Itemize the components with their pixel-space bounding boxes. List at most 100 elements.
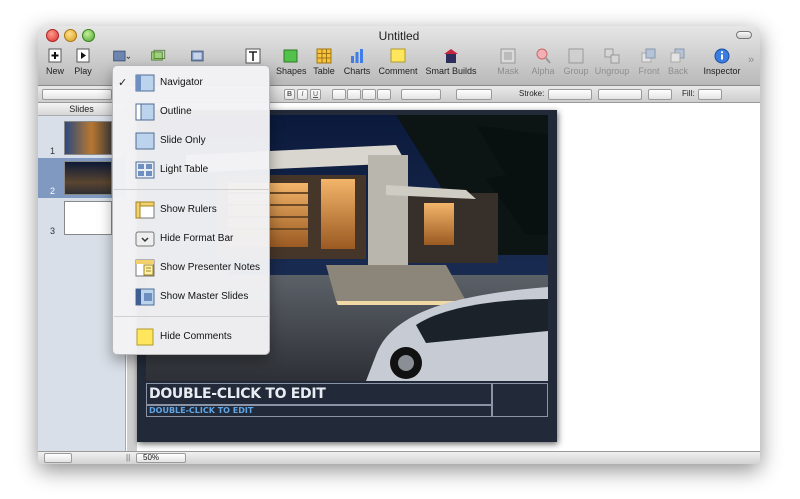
stroke-color-well[interactable]: [648, 89, 672, 100]
table-icon: [316, 48, 332, 64]
menu-item-label: Show Rulers: [160, 204, 217, 215]
stroke-style-popup[interactable]: [548, 89, 592, 100]
line-spacing-popup[interactable]: [401, 89, 441, 100]
zoom-popup[interactable]: 50%: [136, 453, 186, 463]
alpha-button[interactable]: Alpha: [528, 48, 558, 84]
send-back-icon: [670, 48, 685, 63]
view-icon: [113, 50, 130, 62]
plus-icon: [48, 48, 62, 63]
menu-separator: [114, 316, 270, 317]
new-label: New: [45, 66, 64, 76]
slide-number: 2: [50, 186, 56, 196]
play-button[interactable]: Play: [71, 48, 95, 84]
navigator-icon: [135, 74, 155, 92]
menu-item-label: Navigator: [160, 77, 203, 88]
align-right-button[interactable]: [362, 89, 376, 100]
ungroup-icon: [604, 48, 620, 64]
slide-number: 1: [50, 146, 56, 156]
menu-item-label: Show Presenter Notes: [160, 262, 261, 273]
menu-item-slide-only[interactable]: Slide Only: [113, 128, 271, 154]
group-button[interactable]: Group: [562, 48, 590, 84]
presenter-notes-icon: [135, 259, 155, 277]
menu-item-show-master-slides[interactable]: Show Master Slides: [113, 284, 271, 310]
align-left-button[interactable]: [332, 89, 346, 100]
menu-item-hide-comments[interactable]: Hide Comments: [113, 324, 271, 350]
fill-label: Fill:: [682, 89, 695, 98]
menu-item-show-presenter-notes[interactable]: Show Presenter Notes: [113, 255, 271, 281]
side-placeholder-frame[interactable]: [492, 383, 548, 417]
menu-item-navigator[interactable]: ✓ Navigator: [113, 70, 271, 96]
style-popup[interactable]: [42, 89, 112, 100]
smart-builds-button[interactable]: Smart Builds: [424, 48, 478, 84]
comment-button[interactable]: Comment: [377, 48, 419, 84]
master-slides-icon: [135, 288, 155, 306]
fill-color-well[interactable]: [698, 89, 722, 100]
bring-front-icon: [641, 48, 656, 63]
menu-item-label: Slide Only: [160, 135, 206, 146]
stroke-width-popup[interactable]: [598, 89, 642, 100]
align-center-button[interactable]: [347, 89, 361, 100]
play-label: Play: [74, 66, 92, 76]
front-label: Front: [638, 66, 660, 76]
menu-item-label: Light Table: [160, 164, 209, 175]
mask-button[interactable]: Mask: [495, 48, 521, 84]
slide-only-icon: [135, 132, 155, 150]
front-button[interactable]: Front: [635, 48, 663, 84]
shapes-label: Shapes: [276, 66, 307, 76]
slide-subtitle[interactable]: DOUBLE-CLICK TO EDIT: [149, 406, 253, 415]
resize-handle-icon[interactable]: ||: [126, 453, 130, 462]
checkmark-icon: ✓: [118, 77, 128, 89]
alpha-label: Alpha: [531, 66, 555, 76]
align-justify-button[interactable]: [377, 89, 391, 100]
slide-3-thumb: [64, 201, 112, 235]
masters-icon: [191, 50, 204, 62]
charts-icon: [351, 49, 363, 63]
bold-button[interactable]: B: [284, 89, 295, 100]
themes-icon: [151, 49, 166, 61]
view-menu: ✓ Navigator Outline Slide Only Light Tab…: [112, 65, 270, 355]
back-button[interactable]: Back: [665, 48, 691, 84]
menu-item-label: Hide Format Bar: [160, 233, 234, 244]
toolbar-overflow-icon[interactable]: »: [744, 54, 758, 90]
toolbar-toggle-button[interactable]: [736, 31, 752, 39]
table-label: Table: [313, 66, 335, 76]
outline-icon: [135, 103, 155, 121]
columns-popup[interactable]: [456, 89, 492, 100]
table-button[interactable]: Table: [310, 48, 338, 84]
menu-item-label: Hide Comments: [160, 331, 232, 342]
comment-icon: [390, 48, 406, 63]
charts-label: Charts: [343, 66, 371, 76]
ungroup-label: Ungroup: [594, 66, 630, 76]
shapes-button[interactable]: Shapes: [276, 48, 307, 84]
mask-label: Mask: [497, 66, 519, 76]
shapes-icon: [283, 49, 298, 63]
info-icon: [714, 48, 730, 64]
slide-number: 3: [50, 226, 56, 236]
menu-item-outline[interactable]: Outline: [113, 99, 271, 125]
slide-title[interactable]: DOUBLE-CLICK TO EDIT: [149, 386, 326, 402]
back-label: Back: [667, 66, 688, 76]
view-mode-popup[interactable]: [44, 453, 72, 463]
ungroup-button[interactable]: Ungroup: [593, 48, 631, 84]
stroke-label: Stroke:: [519, 89, 545, 98]
charts-button[interactable]: Charts: [342, 48, 372, 84]
format-bar-icon: [135, 231, 155, 247]
ruler-icon: [135, 201, 155, 219]
menu-item-show-rulers[interactable]: Show Rulers: [113, 197, 271, 223]
menu-item-label: Show Master Slides: [160, 291, 249, 302]
menu-item-light-table[interactable]: Light Table: [113, 157, 271, 183]
new-button[interactable]: New: [44, 48, 66, 84]
smart-builds-icon: [444, 49, 458, 63]
underline-button[interactable]: U: [310, 89, 321, 100]
inspector-button[interactable]: Inspector: [700, 48, 744, 84]
light-table-icon: [135, 161, 155, 179]
play-icon: [76, 48, 90, 63]
inspector-label: Inspector: [703, 66, 741, 76]
menu-item-label: Outline: [160, 106, 192, 117]
italic-button[interactable]: I: [297, 89, 308, 100]
slide-2-thumb: [64, 161, 112, 195]
text-box-icon: [245, 48, 261, 64]
menu-item-hide-format-bar[interactable]: Hide Format Bar: [113, 226, 271, 252]
status-bar: || 50%: [38, 451, 760, 464]
alpha-icon: [536, 48, 551, 64]
